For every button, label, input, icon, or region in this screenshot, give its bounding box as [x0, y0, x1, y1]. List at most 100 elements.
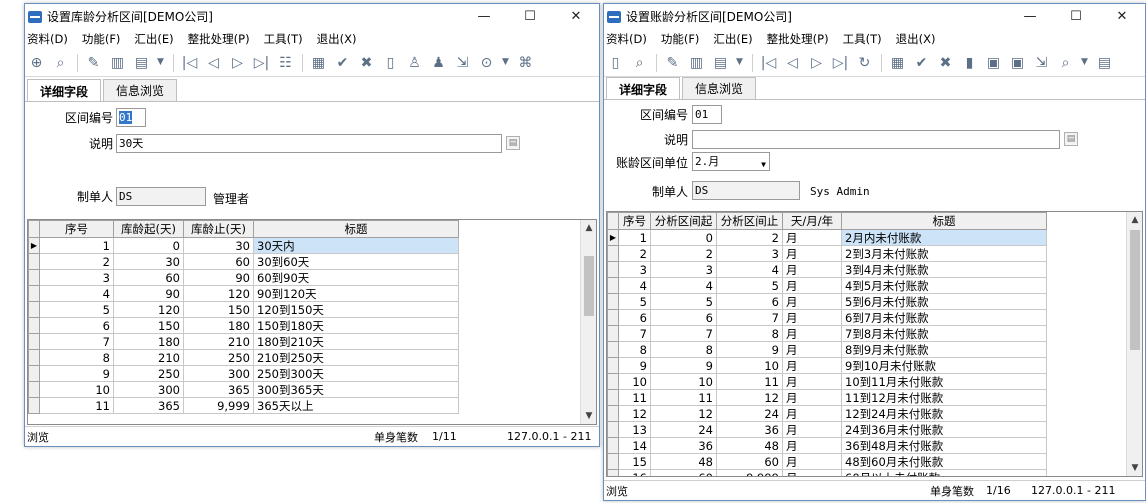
table-cell[interactable]: 9: [618, 357, 651, 374]
cancel-icon[interactable]: ✖: [936, 53, 955, 73]
more-icon[interactable]: ⊙: [477, 53, 496, 73]
preview-icon[interactable]: ⌕: [51, 53, 70, 73]
tab-browse[interactable]: 信息浏览: [103, 79, 178, 101]
scroll-up-icon[interactable]: ▲: [1127, 212, 1142, 228]
table-cell[interactable]: 120: [183, 285, 254, 302]
row-indicator[interactable]: [607, 245, 619, 262]
table-cell[interactable]: 90: [113, 285, 184, 302]
table-cell[interactable]: 15: [618, 453, 651, 470]
table-cell[interactable]: 1: [618, 229, 651, 246]
table-cell[interactable]: 8: [716, 325, 783, 342]
row-indicator[interactable]: [607, 437, 619, 454]
export-icon[interactable]: ⇲: [453, 53, 472, 73]
row-indicator[interactable]: [607, 293, 619, 310]
menu-data[interactable]: 资料(D): [606, 31, 647, 47]
table-cell[interactable]: 300到365天: [253, 381, 459, 398]
table-cell[interactable]: 9,999: [716, 469, 783, 476]
table-cell[interactable]: 7: [39, 333, 114, 350]
row-indicator[interactable]: [607, 277, 619, 294]
menu-data[interactable]: 资料(D): [27, 31, 68, 47]
unit-select[interactable]: 2.月 ▼: [692, 152, 770, 171]
scroll-thumb[interactable]: [1130, 230, 1140, 350]
table-cell[interactable]: 300: [183, 365, 254, 382]
table-cell[interactable]: 2: [618, 245, 651, 262]
grid-scrollbar[interactable]: ▲ ▼: [1126, 212, 1142, 476]
table-cell[interactable]: 11: [618, 389, 651, 406]
table-cell[interactable]: 11: [39, 397, 114, 414]
row-indicator[interactable]: [28, 317, 40, 334]
row-indicator[interactable]: [28, 301, 40, 318]
table-cell[interactable]: 11: [650, 389, 717, 406]
table-cell[interactable]: 10: [39, 381, 114, 398]
table-cell[interactable]: 月: [782, 341, 842, 358]
scroll-up-icon[interactable]: ▲: [581, 220, 596, 236]
table-cell[interactable]: 5: [618, 293, 651, 310]
attach-icon[interactable]: ⌘: [516, 53, 535, 73]
table-cell[interactable]: 5: [650, 293, 717, 310]
row-indicator[interactable]: [28, 397, 40, 414]
calc-icon[interactable]: ▦: [309, 53, 328, 73]
table-cell[interactable]: 9到10月未付账款: [841, 357, 1047, 374]
table-row[interactable]: 5 120 150 120到150天: [28, 301, 459, 318]
table-row[interactable]: 2 30 60 30到60天: [28, 253, 459, 270]
menu-tools[interactable]: 工具(T): [843, 31, 882, 47]
table-cell[interactable]: 6到7月未付账款: [841, 309, 1047, 326]
refresh-icon[interactable]: ↻: [855, 53, 874, 73]
next-icon[interactable]: ▷: [807, 53, 826, 73]
table-row[interactable]: 2 2 3 月 2到3月未付账款: [607, 245, 1047, 262]
table-cell[interactable]: 180: [113, 333, 184, 350]
current-row-icon[interactable]: ▶: [28, 237, 40, 254]
table-cell[interactable]: 120到150天: [253, 301, 459, 318]
search-icon[interactable]: ⌕: [1056, 53, 1075, 73]
table-cell[interactable]: 6: [716, 293, 783, 310]
table-cell[interactable]: 9,999: [183, 397, 254, 414]
table-cell[interactable]: 10: [618, 373, 651, 390]
dropdown-icon[interactable]: ▼: [501, 53, 510, 73]
table-row[interactable]: 6 6 7 月 6到7月未付账款: [607, 309, 1047, 326]
copy-icon[interactable]: ▣: [1008, 53, 1027, 73]
col-header-age-to[interactable]: 库龄止(天): [183, 220, 254, 238]
table-row[interactable]: 5 5 6 月 5到6月未付账款: [607, 293, 1047, 310]
code-field[interactable]: 01: [116, 108, 146, 127]
table-row[interactable]: 7 7 8 月 7到8月未付账款: [607, 325, 1047, 342]
table-cell[interactable]: 3到4月未付账款: [841, 261, 1047, 278]
col-header-seq[interactable]: 序号: [39, 220, 114, 238]
table-cell[interactable]: 2: [650, 245, 717, 262]
table-cell[interactable]: 365: [113, 397, 184, 414]
table-cell[interactable]: 60: [716, 453, 783, 470]
table-cell[interactable]: 7: [650, 325, 717, 342]
row-indicator[interactable]: [28, 285, 40, 302]
maximize-button[interactable]: ☐: [1053, 4, 1099, 29]
table-cell[interactable]: 月: [782, 229, 842, 246]
query-icon[interactable]: ☷: [276, 53, 295, 73]
table-row[interactable]: 4 4 5 月 4到5月未付账款: [607, 277, 1047, 294]
table-cell[interactable]: 60: [113, 269, 184, 286]
void-icon[interactable]: ▮: [960, 53, 979, 73]
row-indicator[interactable]: [607, 421, 619, 438]
table-cell[interactable]: 12: [618, 405, 651, 422]
table-cell[interactable]: 60月以上未付账款: [841, 469, 1047, 476]
table-row[interactable]: 10 10 11 月 10到11月未付账款: [607, 373, 1047, 390]
table-cell[interactable]: 月: [782, 389, 842, 406]
desc-lookup-button[interactable]: ▤: [506, 136, 520, 150]
last-icon[interactable]: ▷|: [252, 53, 271, 73]
table-row[interactable]: 8 210 250 210到250天: [28, 349, 459, 366]
table-cell[interactable]: 7到8月未付账款: [841, 325, 1047, 342]
row-indicator[interactable]: [607, 469, 619, 476]
table-cell[interactable]: 月: [782, 261, 842, 278]
table-cell[interactable]: 6: [39, 317, 114, 334]
table-cell[interactable]: 7: [716, 309, 783, 326]
table-row[interactable]: 7 180 210 180到210天: [28, 333, 459, 350]
row-indicator[interactable]: [607, 389, 619, 406]
last-icon[interactable]: ▷|: [831, 53, 850, 73]
table-cell[interactable]: 2: [39, 253, 114, 270]
dropdown-icon[interactable]: ▼: [735, 53, 744, 73]
menu-export[interactable]: 汇出(E): [713, 31, 752, 47]
preview-icon[interactable]: ⌕: [630, 53, 649, 73]
row-indicator[interactable]: [607, 309, 619, 326]
table-row[interactable]: 3 60 90 60到90天: [28, 269, 459, 286]
table-cell[interactable]: 250到300天: [253, 365, 459, 382]
table-cell[interactable]: 月: [782, 245, 842, 262]
table-row[interactable]: 6 150 180 150到180天: [28, 317, 459, 334]
table-cell[interactable]: 36: [716, 421, 783, 438]
